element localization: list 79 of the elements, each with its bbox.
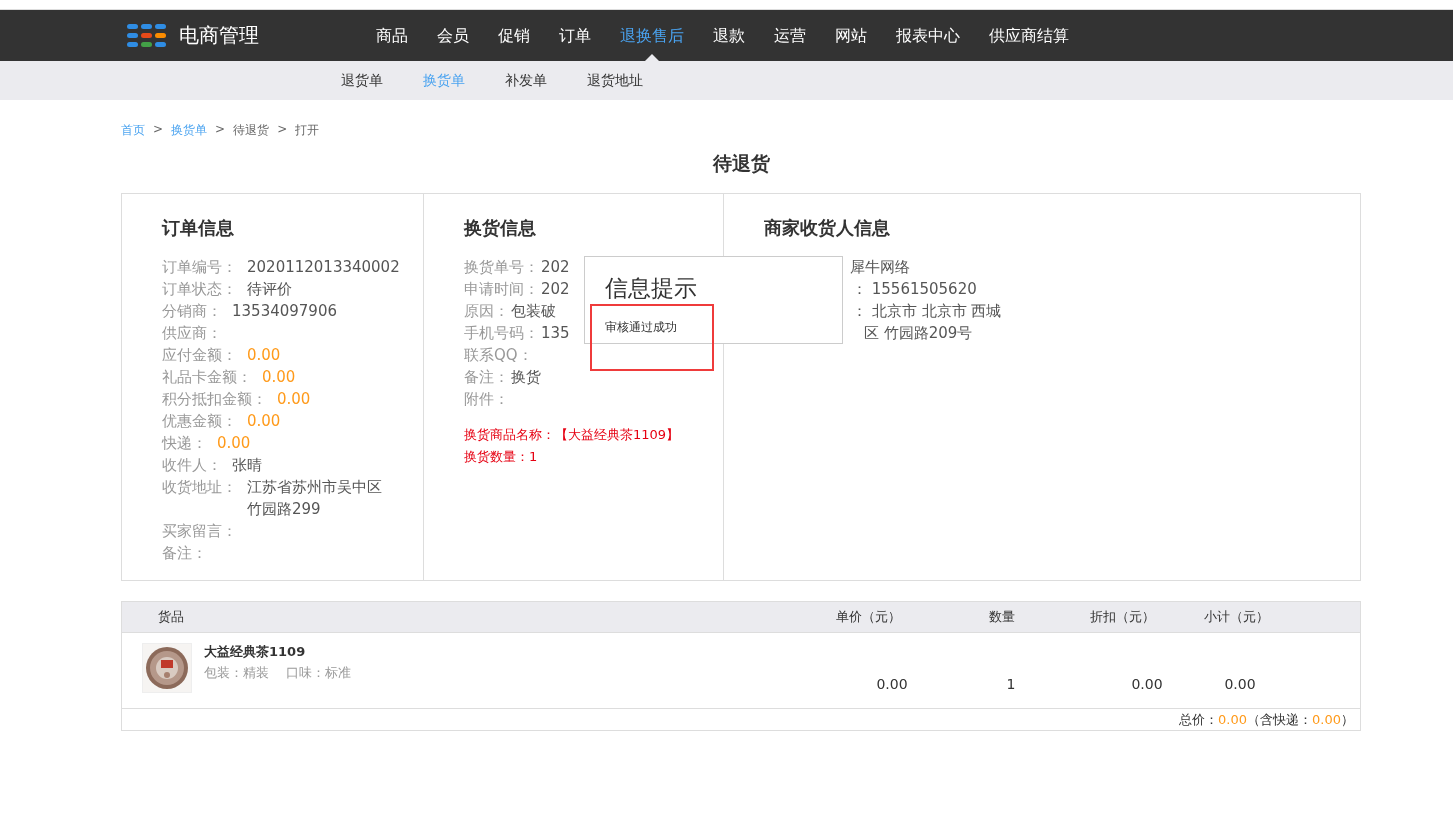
merchant-info-text: ： 北京市 北京市 西城 [851,301,1003,322]
dialog-title: 信息提示 [605,274,698,303]
breadcrumb-separator: > [277,122,288,138]
exchange-goods-text: 换货数量：1 [464,448,539,466]
field-label: 手机号码： [464,323,539,344]
field-label: 买家留言： [162,521,237,542]
field-label: 分销商： [162,301,222,322]
total-text: 总价：0.00（含快递：0.00） [1178,710,1355,729]
nav-tab[interactable]: 促销 [498,10,530,61]
field-value: 202 [541,279,570,300]
section-title: 订单信息 [162,216,235,240]
field-value: 2020112013340002 [247,257,400,278]
field-label: 礼品卡金额： [162,367,252,388]
field-label: 申请时间： [464,279,539,300]
field-value: 0.00 [247,345,281,366]
field-label: 收货地址： [162,477,237,498]
field-label: 联系QQ： [464,345,533,366]
field-label: 订单状态： [162,279,237,300]
nav-tab[interactable]: 会员 [437,10,469,61]
field-label: 快递： [162,433,207,454]
nav-tab[interactable]: 退款 [713,10,745,61]
field-label: 优惠金额： [162,411,237,432]
merchant-info-text: ： 15561505620 [851,279,978,300]
field-label: 积分抵扣金额： [162,389,267,410]
table-cell-text: 0.00 [875,676,909,692]
product-name: 大益经典茶1109 [204,643,307,661]
merchant-info-text: 犀牛网络 [849,257,911,278]
column-header: 数量 [988,608,1016,626]
field-value: 0.00 [217,433,251,454]
field-label: 附件： [464,389,509,410]
field-label: 供应商： [162,323,222,344]
nav-tab[interactable]: 供应商结算 [989,10,1069,61]
nav-tab[interactable]: 订单 [559,10,591,61]
field-value: 0.00 [262,367,296,388]
column-header: 货品 [157,608,185,626]
table-cell-text: 1 [1005,676,1017,692]
column-header: 单价（元） [834,608,902,626]
sub-nav-tab[interactable]: 退货单 [341,71,383,90]
sub-nav-tab[interactable]: 补发单 [505,71,547,90]
merchant-info-text: 区 竹园路209号 [863,323,974,344]
section-title: 商家收货人信息 [764,216,891,240]
breadcrumb-separator: > [215,122,226,138]
field-label: 收件人： [162,455,222,476]
field-label: 订单编号： [162,257,237,278]
logo-icon [127,23,167,48]
nav-tab[interactable]: 网站 [835,10,867,61]
nav-tab[interactable]: 运营 [774,10,806,61]
field-value: 13534097906 [232,301,337,322]
dialog-message: 审核通过成功 [605,319,678,336]
breadcrumb-text: 待退货 [233,122,270,139]
field-value: 张晴 [232,455,262,476]
product-spec: 包装：精装 口味：标准 [204,664,351,682]
breadcrumb-separator: > [153,122,164,138]
field-label: 备注： [162,543,207,564]
field-value: 0.00 [277,389,311,410]
field-label: 换货单号： [464,257,539,278]
field-value: 0.00 [247,411,281,432]
section-title: 换货信息 [464,216,537,240]
nav-tab[interactable]: 报表中心 [896,10,960,61]
column-header: 小计（元） [1202,608,1270,626]
page-title: 待退货 [711,151,771,176]
field-label: 应付金额： [162,345,237,366]
field-value: 135 [541,323,570,344]
breadcrumb-text: 打开 [295,122,320,139]
sub-nav-tab[interactable]: 退货地址 [587,71,643,90]
field-label: 备注： [464,367,509,388]
column-header: 折扣（元） [1088,608,1156,626]
field-value: 换货 [511,367,541,388]
table-cell-text: 0.00 [1223,676,1257,692]
field-value: 202 [541,257,570,278]
exchange-goods-text: 换货商品名称：【大益经典茶1109】 [464,426,681,444]
app-title: 电商管理 [179,22,259,49]
field-value: 包装破 [511,301,556,322]
field-label: 原因： [464,301,509,322]
field-value: 竹园路299 [247,499,322,520]
nav-tab[interactable]: 商品 [376,10,408,61]
field-value: 江苏省苏州市吴中区 [247,477,382,498]
table-cell-text: 0.00 [1130,676,1164,692]
field-value: 待评价 [247,279,292,300]
